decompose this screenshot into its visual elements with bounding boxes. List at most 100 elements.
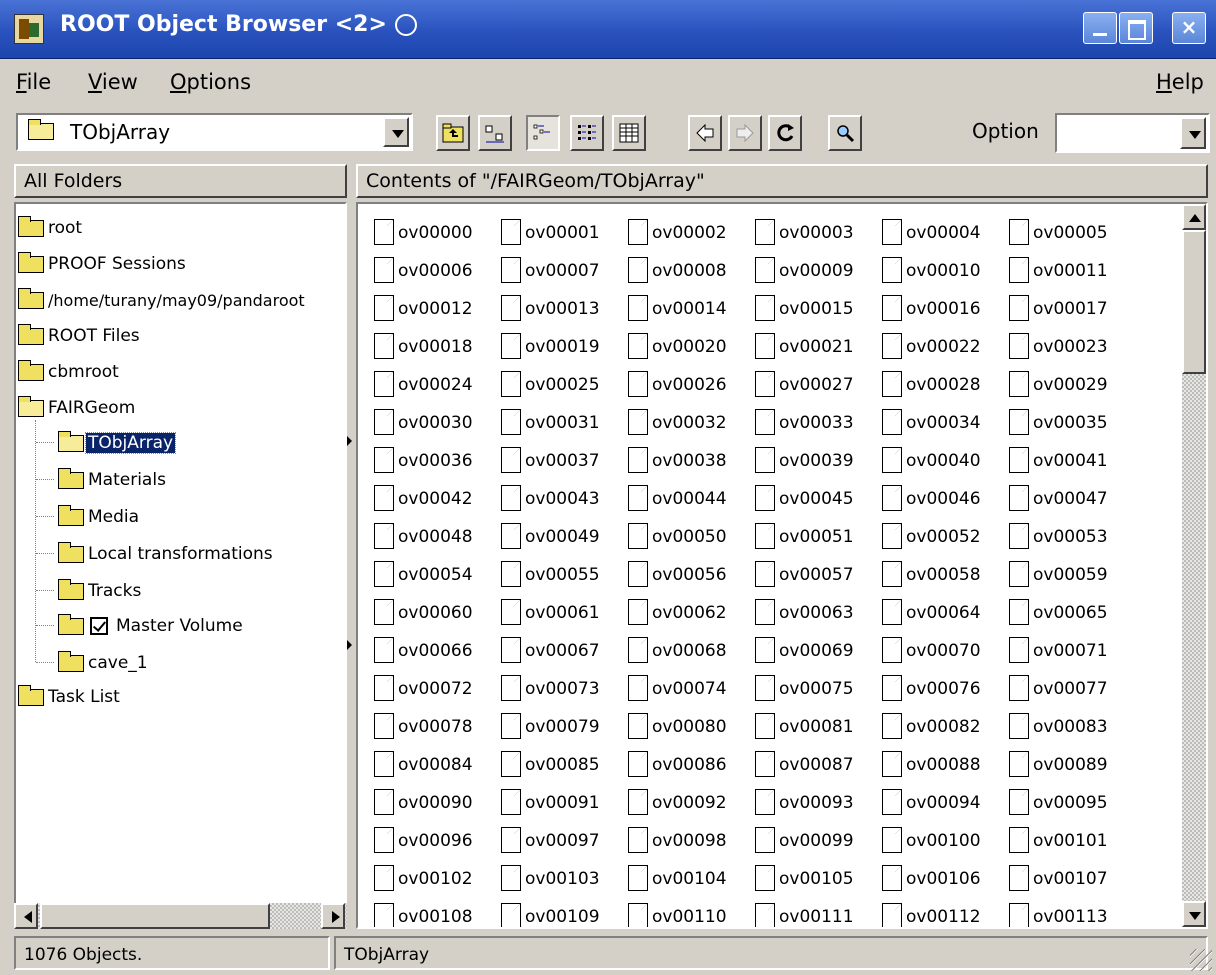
object-item[interactable]: ov00064 [868,593,995,627]
object-item[interactable]: ov00032 [614,403,741,437]
object-item[interactable]: ov00003 [741,213,868,247]
object-item[interactable]: ov00062 [614,593,741,627]
object-item[interactable]: ov00057 [741,555,868,589]
object-item[interactable]: ov00044 [614,479,741,513]
object-item[interactable]: ov00007 [487,251,614,285]
details-view-button[interactable] [612,115,646,151]
object-item[interactable]: ov00104 [614,859,741,893]
scroll-left-button[interactable] [14,903,38,929]
object-item[interactable]: ov00085 [487,745,614,779]
object-item[interactable]: ov00020 [614,327,741,361]
object-item[interactable]: ov00075 [741,669,868,703]
object-item[interactable]: ov00109 [487,897,614,927]
object-item[interactable]: ov00004 [868,213,995,247]
tree-item-cbmroot[interactable]: cbmroot [18,357,121,387]
object-item[interactable]: ov00058 [868,555,995,589]
object-item[interactable]: ov00072 [360,669,487,703]
back-button[interactable] [688,115,722,151]
object-item[interactable]: ov00060 [360,593,487,627]
object-item[interactable]: ov00041 [995,441,1122,475]
object-item[interactable]: ov00050 [614,517,741,551]
object-item[interactable]: ov00095 [995,783,1122,817]
tree-item-fairgeom[interactable]: FAIRGeom [18,393,137,423]
large-icons-button[interactable] [478,115,512,151]
tree-item-tobjarray[interactable]: TObjArray [58,428,177,458]
option-combo-dropdown-button[interactable] [1180,117,1206,149]
object-item[interactable]: ov00090 [360,783,487,817]
object-item[interactable]: ov00096 [360,821,487,855]
object-item[interactable]: ov00026 [614,365,741,399]
object-item[interactable]: ov00105 [741,859,868,893]
title-bar[interactable]: ROOT Object Browser <2> × [0,0,1216,59]
tree-horizontal-scrollbar[interactable] [14,903,347,929]
object-item[interactable]: ov00110 [614,897,741,927]
tree-item-root-files[interactable]: ROOT Files [18,321,142,351]
object-item[interactable]: ov00016 [868,289,995,323]
shade-icon[interactable] [394,14,417,36]
object-item[interactable]: ov00074 [614,669,741,703]
tree-item-proof-sessions[interactable]: PROOF Sessions [18,249,188,279]
list-view-button[interactable] [570,115,604,151]
maximize-button[interactable] [1119,12,1153,44]
object-item[interactable]: ov00076 [868,669,995,703]
contents-view[interactable]: ov00000 ov00001 ov00002 ov00003 ov00004 ov000… [356,202,1208,929]
small-icons-button[interactable] [526,115,560,151]
object-item[interactable]: ov00069 [741,631,868,665]
menu-options[interactable]: Options [170,70,251,94]
scroll-right-button[interactable] [321,903,345,929]
object-item[interactable]: ov00021 [741,327,868,361]
menu-view[interactable]: View [88,70,138,94]
scroll-up-button[interactable] [1182,204,1206,230]
object-item[interactable]: ov00052 [868,517,995,551]
pane-splitter[interactable] [347,164,356,929]
object-item[interactable]: ov00056 [614,555,741,589]
object-item[interactable]: ov00094 [868,783,995,817]
object-item[interactable]: ov00071 [995,631,1122,665]
object-item[interactable]: ov00059 [995,555,1122,589]
root-app-icon[interactable] [14,14,44,44]
object-item[interactable]: ov00066 [360,631,487,665]
object-item[interactable]: ov00089 [995,745,1122,779]
object-item[interactable]: ov00101 [995,821,1122,855]
object-item[interactable]: ov00012 [360,289,487,323]
object-item[interactable]: ov00031 [487,403,614,437]
object-item[interactable]: ov00065 [995,593,1122,627]
folder-tree[interactable]: root PROOF Sessions /home/turany/may09/p… [14,202,347,929]
object-item[interactable]: ov00009 [741,251,868,285]
object-item[interactable]: ov00112 [868,897,995,927]
object-item[interactable]: ov00082 [868,707,995,741]
object-item[interactable]: ov00108 [360,897,487,927]
object-item[interactable]: ov00011 [995,251,1122,285]
resize-grip[interactable] [1190,949,1212,971]
object-item[interactable]: ov00107 [995,859,1122,893]
tree-item-pandaroot[interactable]: /home/turany/may09/pandaroot [18,285,307,315]
object-item[interactable]: ov00048 [360,517,487,551]
refresh-button[interactable] [768,115,802,151]
object-item[interactable]: ov00067 [487,631,614,665]
object-item[interactable]: ov00046 [868,479,995,513]
path-combo-dropdown-button[interactable] [383,117,409,147]
object-item[interactable]: ov00049 [487,517,614,551]
tree-item-tracks[interactable]: Tracks [58,576,143,606]
object-item[interactable]: ov00035 [995,403,1122,437]
object-item[interactable]: ov00010 [868,251,995,285]
object-item[interactable]: ov00055 [487,555,614,589]
object-item[interactable]: ov00068 [614,631,741,665]
object-item[interactable]: ov00093 [741,783,868,817]
object-item[interactable]: ov00084 [360,745,487,779]
object-item[interactable]: ov00080 [614,707,741,741]
object-item[interactable]: ov00036 [360,441,487,475]
object-item[interactable]: ov00040 [868,441,995,475]
object-item[interactable]: ov00054 [360,555,487,589]
object-item[interactable]: ov00028 [868,365,995,399]
object-item[interactable]: ov00005 [995,213,1122,247]
object-item[interactable]: ov00103 [487,859,614,893]
object-item[interactable]: ov00053 [995,517,1122,551]
scroll-down-button[interactable] [1182,901,1206,927]
object-item[interactable]: ov00001 [487,213,614,247]
object-item[interactable]: ov00008 [614,251,741,285]
up-folder-button[interactable] [436,115,470,151]
object-item[interactable]: ov00073 [487,669,614,703]
object-item[interactable]: ov00098 [614,821,741,855]
close-button[interactable]: × [1172,12,1206,44]
